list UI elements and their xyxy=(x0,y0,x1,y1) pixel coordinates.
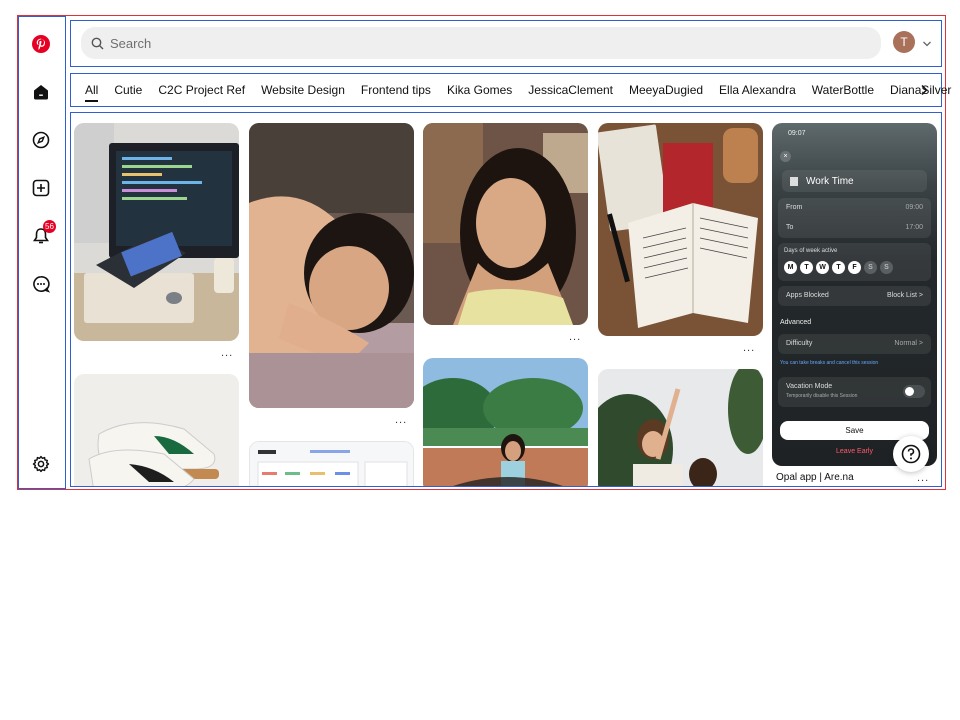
chevron-down-icon[interactable] xyxy=(922,36,932,54)
messages-icon[interactable] xyxy=(30,273,52,295)
pin-portrait-sleeping[interactable] xyxy=(249,123,414,408)
create-plus-icon[interactable] xyxy=(30,177,52,199)
tab-water-bottle[interactable]: WaterBottle xyxy=(812,83,874,97)
pin-more-button[interactable]: ... xyxy=(743,342,755,354)
header-bar: T xyxy=(70,20,942,67)
search-bar[interactable] xyxy=(81,27,881,59)
difficulty-row[interactable]: Difficulty Normal > xyxy=(778,334,931,354)
tab-all[interactable]: All xyxy=(85,83,99,102)
notification-count-badge: 56 xyxy=(43,220,56,233)
tab-website-design[interactable]: Website Design xyxy=(261,83,345,97)
pin-more-button[interactable]: ... xyxy=(221,347,233,359)
vacation-mode-row: Vacation Mode Temporarily disable this S… xyxy=(778,377,931,407)
weekday-selector[interactable]: MTWTFSS xyxy=(784,261,896,274)
days-card: Days of week active MTWTFSS xyxy=(778,243,931,281)
tab-kika-gomes[interactable]: Kika Gomes xyxy=(447,83,512,97)
tab-frontend-tips[interactable]: Frontend tips xyxy=(361,83,431,97)
help-button[interactable] xyxy=(893,436,929,472)
pin-journal-desk[interactable] xyxy=(598,123,763,336)
pin-desk-setup[interactable] xyxy=(74,123,239,341)
settings-gear-icon[interactable] xyxy=(30,453,52,475)
close-icon[interactable]: × xyxy=(780,151,791,162)
search-input[interactable] xyxy=(110,35,810,51)
home-icon[interactable] xyxy=(30,81,52,103)
vacation-toggle[interactable] xyxy=(903,385,925,398)
session-icon xyxy=(790,176,798,186)
board-tabs: All Cutie C2C Project Ref Website Design… xyxy=(70,73,951,107)
pin-dashboard-ui[interactable] xyxy=(249,441,414,486)
tab-cutie[interactable]: Cutie xyxy=(114,83,142,97)
session-title: Work Time xyxy=(782,170,927,192)
pin-tennis-court[interactable] xyxy=(423,358,588,486)
status-time: 09:07 xyxy=(788,130,806,137)
apps-blocked-row[interactable]: Apps Blocked Block List > xyxy=(778,286,931,306)
pin-more-button[interactable]: ... xyxy=(917,472,929,484)
pinterest-logo-icon[interactable] xyxy=(30,33,52,55)
pin-sneakers[interactable] xyxy=(74,374,239,486)
pin-friends-waving[interactable] xyxy=(598,369,763,486)
avatar[interactable]: T xyxy=(893,31,915,53)
time-range-card: From 09:00 To 17:00 xyxy=(778,198,931,238)
pin-more-button[interactable]: ... xyxy=(569,331,581,343)
search-icon xyxy=(91,37,104,49)
pin-caption[interactable]: Opal app | Are.na xyxy=(776,472,854,483)
pin-more-button[interactable]: ... xyxy=(395,414,407,426)
pin-opal-app[interactable]: 09:07 × Work Time From 09:00 To 17:00 Da… xyxy=(772,123,937,466)
tab-c2c-project-ref[interactable]: C2C Project Ref xyxy=(158,83,245,97)
advanced-heading: Advanced xyxy=(780,319,812,326)
notifications-bell-icon[interactable]: 56 xyxy=(30,220,56,247)
chevron-right-icon[interactable] xyxy=(915,81,933,99)
explore-compass-icon[interactable] xyxy=(30,129,52,151)
tab-ella-alexandra[interactable]: Ella Alexandra xyxy=(719,83,796,97)
tab-jessica-clement[interactable]: JessicaClement xyxy=(528,83,613,97)
tab-meeya-dugied[interactable]: MeeyaDugied xyxy=(629,83,703,97)
question-mark-icon xyxy=(901,444,921,464)
pin-grid: ... ... ... ... 09:07 × Work Time From 0… xyxy=(70,112,942,487)
sidebar-nav: 56 xyxy=(18,16,66,489)
break-note: You can take breaks and cancel this sess… xyxy=(780,360,879,366)
pin-portrait-woman[interactable] xyxy=(423,123,588,325)
